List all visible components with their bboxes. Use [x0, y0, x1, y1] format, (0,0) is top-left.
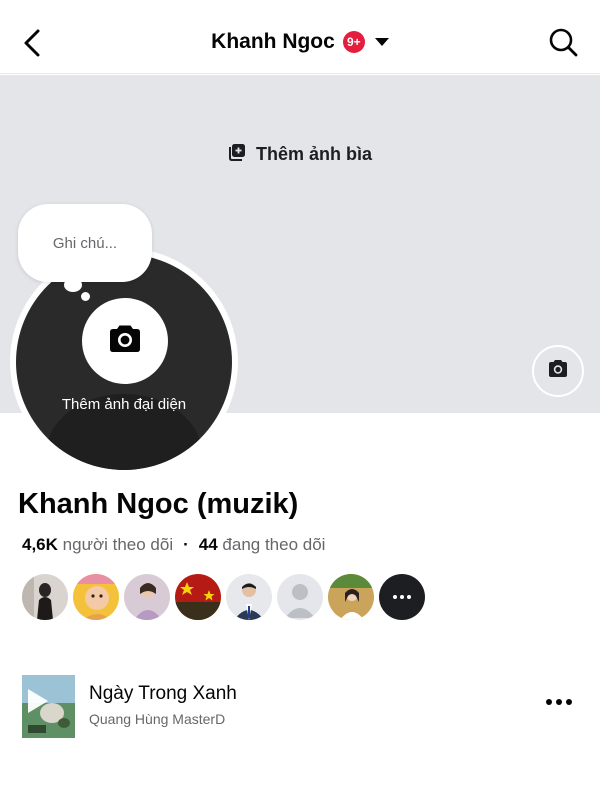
photo-stack-icon: [228, 143, 246, 166]
camera-icon: [547, 359, 569, 384]
notification-badge: 9+: [342, 31, 365, 53]
dot: [566, 699, 572, 705]
more-followers-button[interactable]: [379, 574, 425, 620]
play-icon: [28, 689, 48, 713]
followers-link[interactable]: 4,6K người theo dõi: [22, 535, 173, 555]
follower-avatar-default[interactable]: [277, 574, 323, 620]
dot: [393, 595, 397, 599]
follower-avatar[interactable]: [175, 574, 221, 620]
add-avatar-label: Thêm ảnh đại diện: [61, 396, 187, 413]
dot: [400, 595, 404, 599]
profile-switcher[interactable]: Khanh Ngoc 9+: [0, 30, 600, 54]
page-title: Khanh Ngoc: [211, 30, 335, 53]
follower-avatar[interactable]: [22, 574, 68, 620]
camera-icon: [107, 323, 143, 360]
dot: [556, 699, 562, 705]
dot: [546, 699, 552, 705]
followers-count: 4,6K: [22, 535, 58, 554]
avatar[interactable]: Thêm ảnh đại diện: [16, 254, 232, 470]
following-label: đang theo dõi: [222, 535, 326, 554]
caret-down-icon: [374, 38, 389, 46]
song-title: Ngày Trong Xanh: [89, 683, 237, 704]
add-cover-label: Thêm ảnh bìa: [255, 144, 372, 164]
note-bubble-tail-dot: [81, 292, 90, 301]
add-avatar-button[interactable]: [82, 298, 168, 384]
followers-label: người theo dõi: [62, 535, 174, 554]
follower-avatar[interactable]: [124, 574, 170, 620]
search-icon[interactable]: [548, 27, 580, 59]
following-link[interactable]: 44 đang theo dõi: [199, 535, 326, 555]
follower-avatar[interactable]: [328, 574, 374, 620]
album-art[interactable]: [22, 675, 75, 738]
top-bar: Khanh Ngoc 9+: [0, 0, 600, 74]
profile-name: Khanh Ngoc (muzik): [18, 488, 299, 520]
separator-dot: ·: [183, 535, 189, 554]
follower-avatar[interactable]: [73, 574, 119, 620]
dot: [407, 595, 411, 599]
cover-camera-button[interactable]: [532, 345, 584, 397]
note-placeholder: Ghi chú...: [52, 234, 118, 252]
note-bubble[interactable]: Ghi chú...: [18, 204, 152, 282]
follower-avatar[interactable]: [226, 574, 272, 620]
more-options-icon[interactable]: [546, 699, 572, 705]
following-count: 44: [198, 535, 218, 554]
song-artist: Quang Hùng MasterD: [89, 711, 226, 727]
profile-music[interactable]: Ngày Trong Xanh Quang Hùng MasterD: [22, 673, 578, 739]
add-cover-button[interactable]: Thêm ảnh bìa: [0, 143, 600, 166]
follow-stats: 4,6K người theo dõi · 44 đang theo dõi: [22, 535, 325, 555]
note-bubble-tail: [64, 278, 82, 292]
follower-avatars: [22, 574, 425, 620]
